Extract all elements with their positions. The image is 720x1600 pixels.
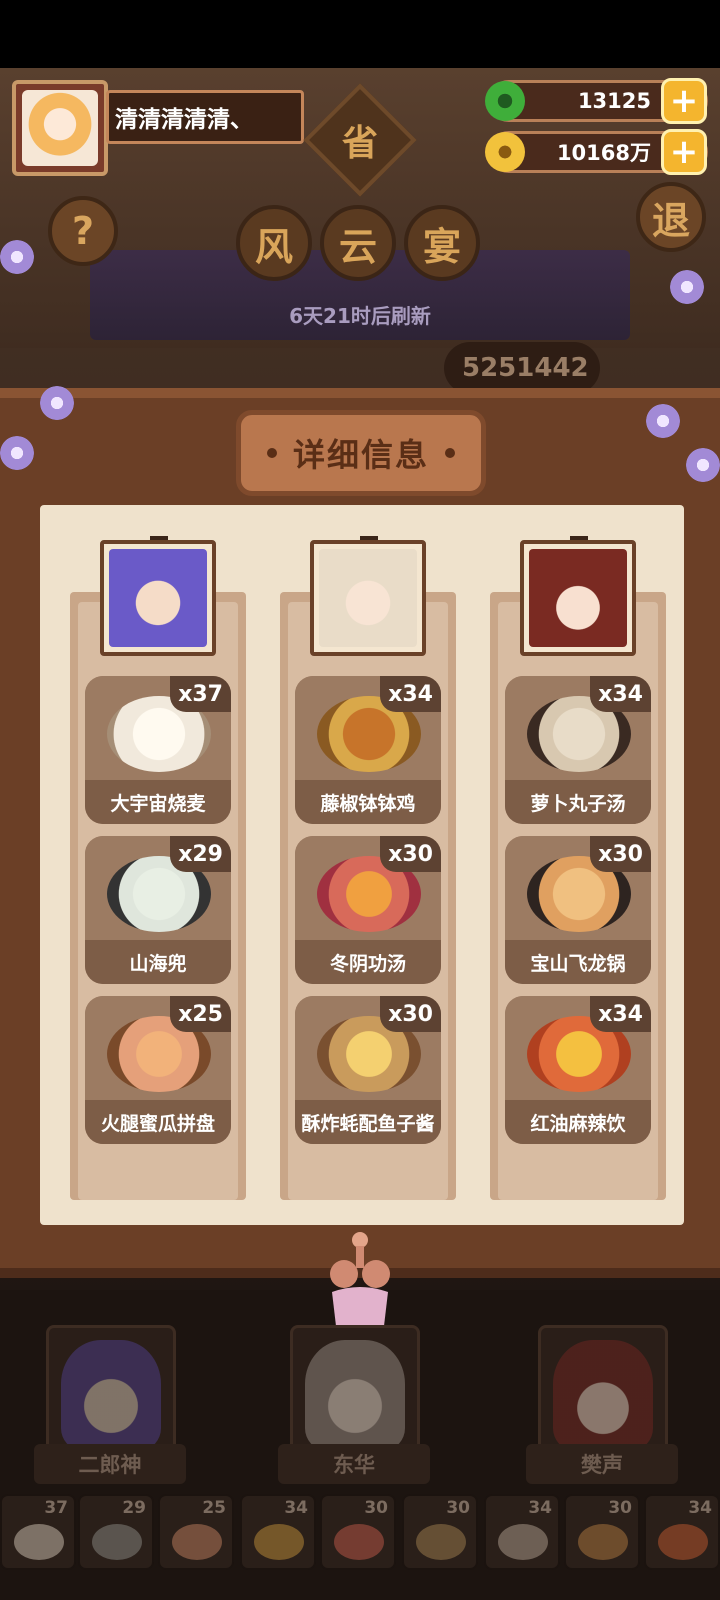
- player-name: 清清清清清、: [106, 90, 304, 144]
- dish-count: x34: [380, 676, 441, 712]
- dish-icon: [172, 1524, 222, 1560]
- event-title-char-1: 风: [236, 205, 312, 281]
- flower-icon: [670, 270, 704, 304]
- dish-count: x34: [590, 676, 651, 712]
- dish-icon: [416, 1524, 466, 1560]
- dot-icon: [445, 448, 455, 458]
- dish-card[interactable]: x29 山海兜: [85, 836, 231, 984]
- panel-title-tag: 详细信息: [236, 410, 486, 496]
- character-portrait-icon: [529, 549, 627, 647]
- character-portrait-3[interactable]: [520, 540, 636, 656]
- event-title-char-2: 云: [320, 205, 396, 281]
- dish-slot[interactable]: 25: [158, 1494, 234, 1570]
- dish-slot[interactable]: 34: [644, 1494, 720, 1570]
- dish-slot[interactable]: 30: [402, 1494, 478, 1570]
- team-character-name-3: 樊声: [526, 1444, 678, 1484]
- dish-count: x34: [590, 996, 651, 1032]
- exit-button[interactable]: 退: [636, 182, 706, 252]
- help-button[interactable]: ?: [48, 196, 118, 266]
- dish-slot[interactable]: 30: [320, 1494, 396, 1570]
- team-character-name-1: 二郎神: [34, 1444, 186, 1484]
- dish-icon: [92, 1524, 142, 1560]
- gold-currency: 10168万 +: [485, 129, 708, 175]
- dish-icon: [658, 1524, 708, 1560]
- dish-icon: [14, 1524, 64, 1560]
- gold-coin-icon: [485, 132, 525, 172]
- dish-slot[interactable]: 30: [564, 1494, 640, 1570]
- jade-currency: 13125 +: [485, 78, 708, 124]
- score-display: 5251442: [444, 342, 600, 394]
- dish-name: 火腿蜜瓜拼盘: [85, 1100, 231, 1144]
- dish-name: 酥炸蚝配鱼子酱: [295, 1100, 441, 1144]
- character-avatar-icon: [553, 1340, 653, 1450]
- flower-icon: [646, 404, 680, 438]
- dish-icon: [334, 1524, 384, 1560]
- dish-card[interactable]: x37 大宇宙烧麦: [85, 676, 231, 824]
- dish-card[interactable]: x30 宝山飞龙锅: [505, 836, 651, 984]
- dish-slot[interactable]: 34: [484, 1494, 560, 1570]
- character-portrait-icon: [319, 549, 417, 647]
- slot-count: 34: [688, 1498, 712, 1518]
- dish-count: x29: [170, 836, 231, 872]
- dish-card[interactable]: x30 酥炸蚝配鱼子酱: [295, 996, 441, 1144]
- flower-icon: [0, 436, 34, 470]
- character-portrait-1[interactable]: [100, 540, 216, 656]
- slot-count: 25: [202, 1498, 226, 1518]
- dish-count: x30: [380, 836, 441, 872]
- dish-name: 冬阴功汤: [295, 940, 441, 984]
- slot-count: 30: [446, 1498, 470, 1518]
- slot-count: 37: [44, 1498, 68, 1518]
- jade-coin-icon: [485, 81, 525, 121]
- avatar-face-icon: [22, 90, 98, 166]
- character-avatar-icon: [61, 1340, 161, 1450]
- dish-icon: [498, 1524, 548, 1560]
- dish-icon: [254, 1524, 304, 1560]
- dish-count: x25: [170, 996, 231, 1032]
- dish-count: x30: [380, 996, 441, 1032]
- slot-count: 34: [284, 1498, 308, 1518]
- dish-slot[interactable]: 29: [78, 1494, 154, 1570]
- slot-count: 30: [364, 1498, 388, 1518]
- character-portrait-2[interactable]: [310, 540, 426, 656]
- dish-count: x37: [170, 676, 231, 712]
- dish-name: 红油麻辣饮: [505, 1100, 651, 1144]
- dish-count: x30: [590, 836, 651, 872]
- player-avatar[interactable]: [12, 80, 108, 176]
- flower-icon: [40, 386, 74, 420]
- dot-icon: [266, 448, 277, 458]
- dish-name: 大宇宙烧麦: [85, 780, 231, 824]
- dish-name: 宝山飞龙锅: [505, 940, 651, 984]
- dish-icon: [578, 1524, 628, 1560]
- dish-card[interactable]: x25 火腿蜜瓜拼盘: [85, 996, 231, 1144]
- gold-amount: 10168万: [556, 141, 651, 165]
- panel-title: 详细信息: [292, 436, 429, 474]
- slot-count: 30: [608, 1498, 632, 1518]
- dish-card[interactable]: x34 萝卜丸子汤: [505, 676, 651, 824]
- dish-name: 藤椒钵钵鸡: [295, 780, 441, 824]
- dish-card[interactable]: x30 冬阴功汤: [295, 836, 441, 984]
- slot-count: 29: [122, 1498, 146, 1518]
- dish-name: 山海兜: [85, 940, 231, 984]
- dish-card[interactable]: x34 红油麻辣饮: [505, 996, 651, 1144]
- slot-count: 34: [528, 1498, 552, 1518]
- character-avatar-icon: [305, 1340, 405, 1450]
- flower-icon: [686, 448, 720, 482]
- dish-slot[interactable]: 37: [0, 1494, 76, 1570]
- add-jade-button[interactable]: +: [661, 78, 707, 124]
- team-character-name-2: 东华: [278, 1444, 430, 1484]
- jade-amount: 13125: [577, 89, 651, 113]
- dish-card[interactable]: x34 藤椒钵钵鸡: [295, 676, 441, 824]
- event-title-char-3: 宴: [404, 205, 480, 281]
- province-label: 省: [341, 123, 378, 164]
- character-portrait-icon: [109, 549, 207, 647]
- refresh-timer: 6天21时后刷新: [289, 304, 431, 328]
- dish-name: 萝卜丸子汤: [505, 780, 651, 824]
- add-gold-button[interactable]: +: [661, 129, 707, 175]
- dish-slot[interactable]: 34: [240, 1494, 316, 1570]
- chinese-knot-icon: [322, 1230, 398, 1330]
- flower-icon: [0, 240, 34, 274]
